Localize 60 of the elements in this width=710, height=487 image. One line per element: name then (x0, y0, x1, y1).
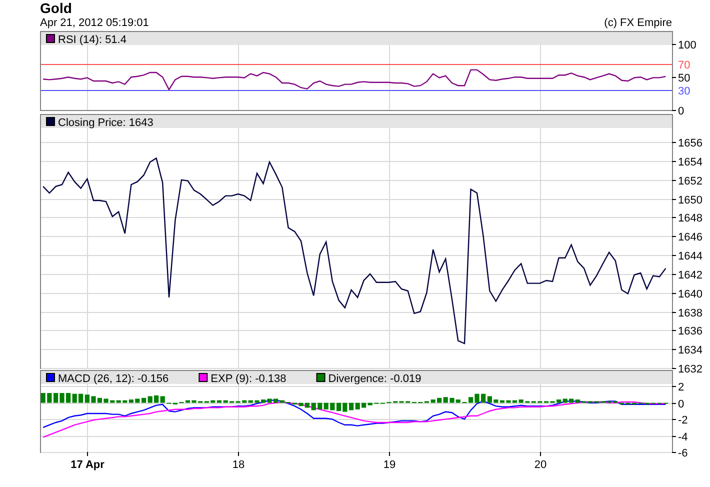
x-axis-label: 18 (232, 459, 245, 471)
y-axis-label: 1638 (678, 308, 702, 320)
axis-tick (87, 452, 88, 456)
x-axis-label: 20 (534, 459, 547, 471)
timestamp: Apr 21, 2012 05:19:01 (40, 17, 149, 30)
axis-tick (238, 452, 239, 456)
axis-tick (672, 236, 676, 237)
y-axis-label: 100 (678, 40, 696, 52)
axis-tick (672, 436, 676, 437)
y-axis-label: 1656 (678, 138, 702, 150)
legend-label: Closing Price: 1643 (58, 117, 154, 129)
y-axis-label: 1644 (678, 250, 702, 262)
legend-label: Divergence: -0.019 (328, 373, 422, 385)
axis-tick (672, 330, 676, 331)
y-axis-label: 1632 (678, 364, 702, 376)
y-axis-label: 1648 (678, 212, 702, 224)
axis-tick (672, 255, 676, 256)
axis-tick (672, 293, 676, 294)
axis-tick (672, 110, 676, 111)
x-axis-label: 17 Apr (70, 459, 104, 471)
axis-tick (672, 180, 676, 181)
y-axis-label: 0 (678, 398, 684, 410)
axis-tick (672, 44, 676, 45)
y-axis-label: -2 (678, 414, 688, 426)
axis-tick (540, 452, 541, 456)
y-axis-label: 1634 (678, 344, 702, 356)
axis-tick (672, 452, 676, 453)
axis-tick (672, 142, 676, 143)
y-axis-label: 2 (678, 382, 684, 394)
y-axis-label: 30 (678, 86, 690, 98)
axis-tick (672, 349, 676, 350)
axis-tick (672, 419, 676, 420)
axis-tick (672, 368, 676, 369)
y-axis-label: 1650 (678, 194, 702, 206)
copyright-notice: (c) FX Empire (604, 17, 672, 30)
axis-tick (672, 199, 676, 200)
y-axis-label: 1646 (678, 232, 702, 244)
legend-label: EXP (9): -0.138 (210, 373, 286, 385)
legend-label: RSI (14): 51.4 (58, 34, 126, 46)
axis-tick (389, 452, 390, 456)
y-axis-label: 1636 (678, 326, 702, 338)
y-axis-label: 1654 (678, 156, 702, 168)
axis-tick (672, 312, 676, 313)
y-axis-label: 1642 (678, 270, 702, 282)
axis-tick (672, 274, 676, 275)
x-axis-label: 19 (383, 459, 396, 471)
y-axis-label: 1640 (678, 288, 702, 300)
y-axis-label: -4 (678, 432, 688, 444)
chart-title: Gold (40, 0, 73, 17)
axis-tick (672, 217, 676, 218)
axis-tick (672, 161, 676, 162)
legend-label: MACD (26, 12): -0.156 (58, 373, 169, 385)
axis-tick (672, 386, 676, 387)
axis-tick (672, 77, 676, 78)
y-axis-label: -6 (678, 448, 688, 460)
y-axis-label: 70 (678, 60, 690, 72)
y-axis-label: 50 (678, 72, 690, 84)
y-axis-label: 1652 (678, 176, 702, 188)
y-axis-label: 0 (678, 106, 684, 118)
axis-tick (672, 403, 676, 404)
